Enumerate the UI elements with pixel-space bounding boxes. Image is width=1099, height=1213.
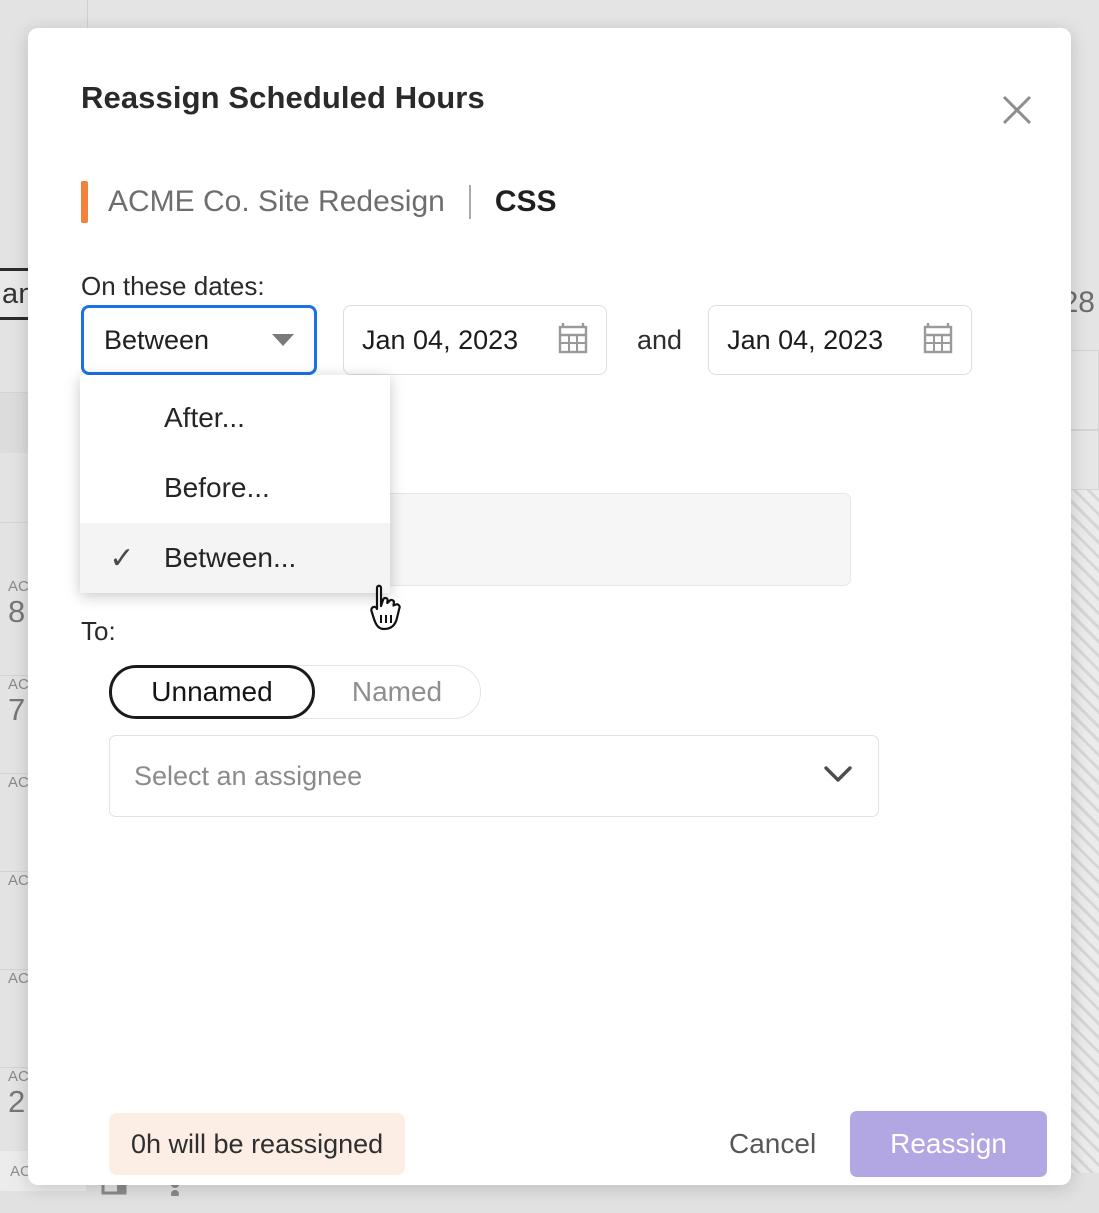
menu-item-before[interactable]: Before... [80, 453, 390, 523]
menu-item-label: After... [164, 402, 245, 433]
close-icon[interactable] [993, 86, 1041, 134]
project-color-bar [81, 181, 88, 223]
end-date-input[interactable]: Jan 04, 2023 [708, 305, 973, 375]
toggle-option-label: Named [351, 676, 443, 707]
toggle-option-label: Unnamed [151, 676, 273, 707]
status-badge: 0h will be reassigned [109, 1113, 406, 1175]
assignee-type-toggle: Unnamed Named [109, 665, 481, 719]
calendar-icon [923, 322, 953, 359]
toggle-option-unnamed[interactable]: Unnamed [109, 665, 315, 719]
menu-item-label: Between... [164, 542, 297, 573]
assignee-select[interactable]: Select an assignee [109, 735, 879, 817]
project-name: ACME Co. Site Redesign [108, 185, 445, 218]
end-date-value: Jan 04, 2023 [727, 324, 884, 355]
chevron-down-icon [272, 334, 294, 346]
check-icon: ✓ [109, 541, 135, 575]
date-range-mode-value: Between [104, 324, 210, 355]
dialog-title: Reassign Scheduled Hours [81, 80, 485, 115]
and-label: and [637, 324, 683, 355]
date-range-mode-select[interactable]: Between [81, 305, 317, 375]
dates-label: On these dates: [81, 271, 265, 301]
cancel-button-label: Cancel [729, 1128, 817, 1159]
menu-item-label: Before... [164, 472, 270, 503]
to-label: To: [81, 616, 116, 646]
task-name: CSS [494, 185, 557, 218]
date-range-row: Between Jan 04, 2023 and Jan 04, 2023 [81, 305, 973, 375]
status-badge-label: 0h will be reassigned [131, 1128, 384, 1159]
breadcrumb-separator [468, 185, 471, 219]
assignee-placeholder: Select an assignee [134, 760, 363, 791]
start-date-value: Jan 04, 2023 [362, 324, 519, 355]
reassign-button[interactable]: Reassign [850, 1111, 1047, 1177]
menu-item-between[interactable]: ✓ Between... [80, 523, 390, 593]
toggle-option-named[interactable]: Named [315, 665, 479, 719]
cancel-button[interactable]: Cancel [721, 1113, 824, 1175]
chevron-down-icon [822, 763, 854, 790]
reassign-scheduled-hours-dialog: Reassign Scheduled Hours ACME Co. Site R… [28, 28, 1071, 1185]
breadcrumb: ACME Co. Site Redesign CSS [81, 178, 557, 226]
calendar-icon [558, 322, 588, 359]
date-range-mode-menu: After... Before... ✓ Between... [80, 375, 390, 593]
start-date-input[interactable]: Jan 04, 2023 [343, 305, 607, 375]
menu-item-after[interactable]: After... [80, 383, 390, 453]
